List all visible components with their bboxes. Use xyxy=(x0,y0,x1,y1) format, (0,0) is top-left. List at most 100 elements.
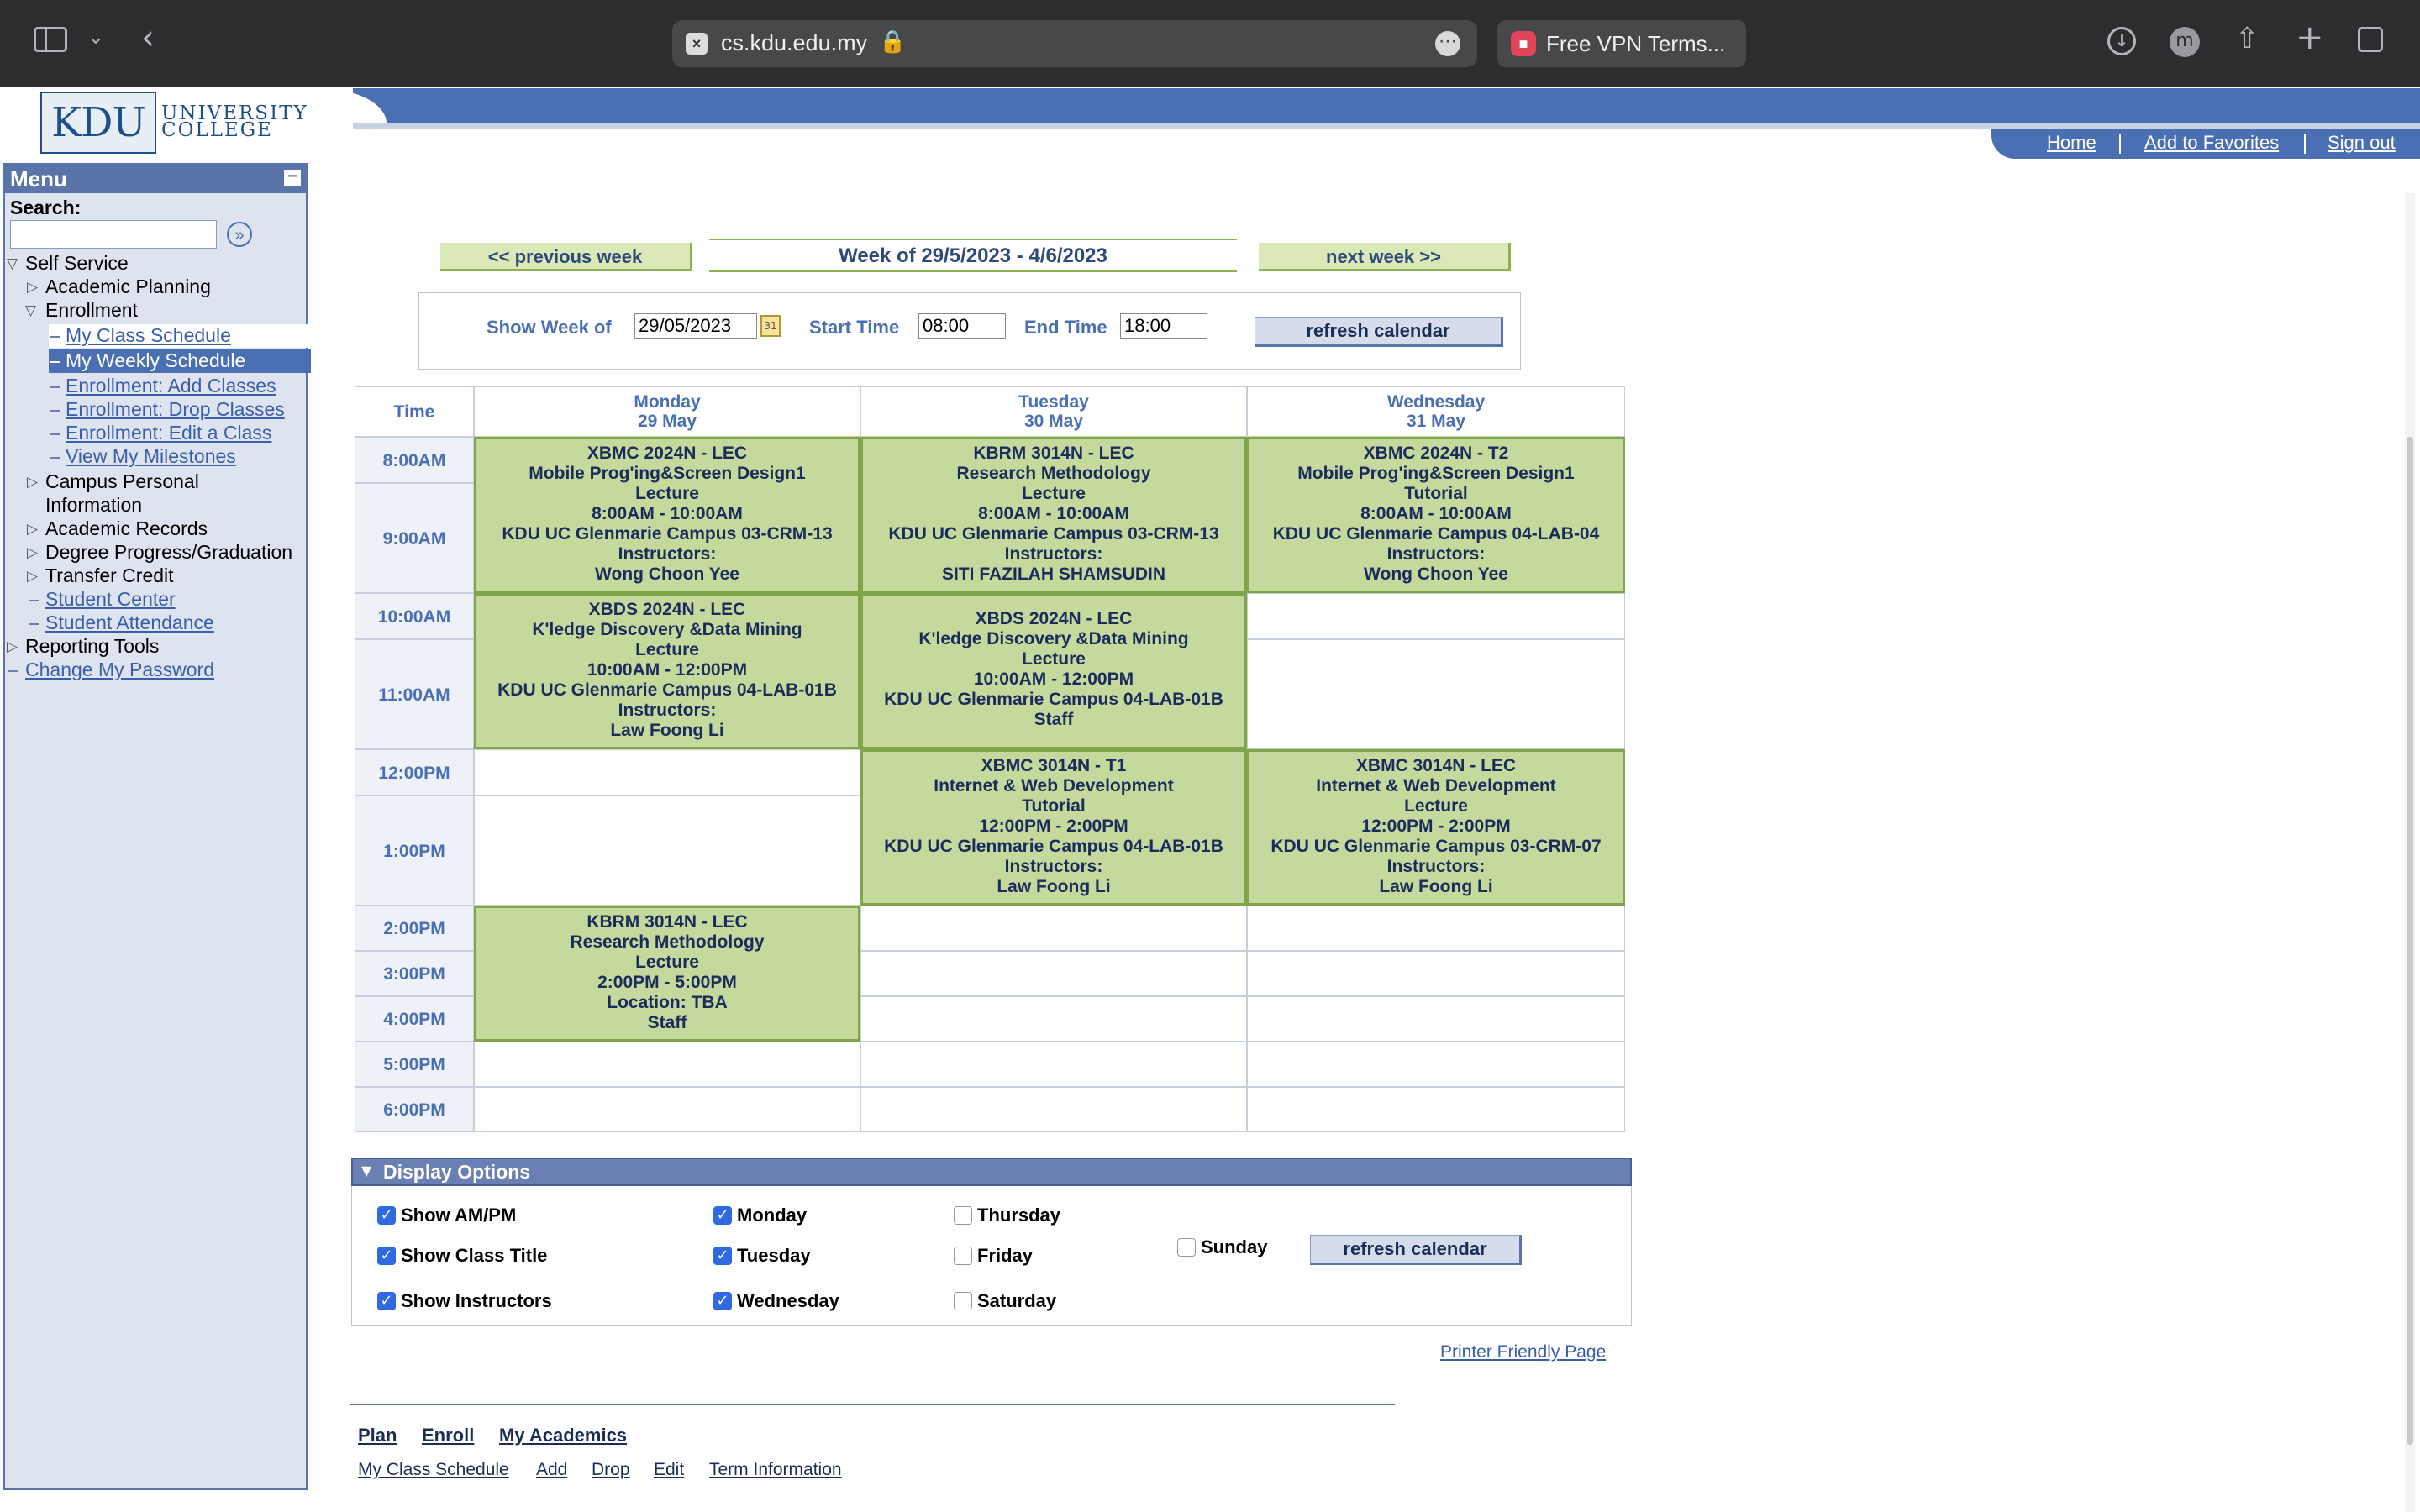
event-line: K'ledge Discovery &Data Mining xyxy=(918,629,1189,648)
footer-link-add[interactable]: Add xyxy=(536,1460,567,1480)
class-event[interactable]: KBRM 3014N - LEC Research Methodology Le… xyxy=(474,906,860,1042)
collapsed-icon[interactable]: ▷ xyxy=(27,568,38,585)
menu-view-milestones[interactable]: View My Milestones xyxy=(66,445,236,468)
menu-reporting-tools[interactable]: Reporting Tools xyxy=(25,635,159,658)
time-label: 10:00AM xyxy=(355,593,474,639)
printer-friendly-link[interactable]: Printer Friendly Page xyxy=(1440,1342,1606,1362)
menu-degree-progress[interactable]: Degree Progress/Graduation xyxy=(45,541,292,564)
search-label: Search: xyxy=(10,197,82,218)
menu-enrollment-edit[interactable]: Enrollment: Edit a Class xyxy=(66,422,271,444)
menu-enrollment-add[interactable]: Enrollment: Add Classes xyxy=(66,375,276,397)
footer-tab-my-academics[interactable]: My Academics xyxy=(499,1425,627,1446)
expanded-icon[interactable]: ▽ xyxy=(25,302,36,319)
monday-checkbox[interactable]: ✓ xyxy=(713,1206,732,1225)
home-link[interactable]: Home xyxy=(2047,132,2096,154)
footer-link-drop[interactable]: Drop xyxy=(592,1460,630,1480)
site-icon: × xyxy=(686,33,708,55)
time-label: 5:00PM xyxy=(355,1042,474,1087)
event-line: Mobile Prog'ing&Screen Design1 xyxy=(1297,464,1575,483)
collapsed-icon[interactable]: ▷ xyxy=(27,521,38,538)
menu-my-weekly-schedule[interactable]: My Weekly Schedule xyxy=(66,349,245,372)
calendar-icon[interactable]: 31 xyxy=(760,315,781,337)
collapsed-icon[interactable]: ▷ xyxy=(27,474,38,491)
back-icon[interactable]: ‹ xyxy=(141,18,155,57)
menu-academic-planning[interactable]: Academic Planning xyxy=(45,276,211,298)
show-instructors-checkbox[interactable]: ✓ xyxy=(377,1292,396,1310)
collapsed-icon[interactable]: ▷ xyxy=(27,544,38,561)
event-line: Lecture xyxy=(1404,796,1468,816)
event-line: 12:00PM - 2:00PM xyxy=(1361,816,1511,836)
sunday-checkbox[interactable] xyxy=(1177,1238,1196,1257)
menu-search-input[interactable] xyxy=(10,220,217,249)
display-options-header[interactable]: ▼ Display Options xyxy=(351,1158,1632,1186)
class-event[interactable]: KBRM 3014N - LEC Research Methodology Le… xyxy=(860,437,1247,593)
search-go-icon[interactable]: » xyxy=(227,222,252,247)
collapsed-icon[interactable]: ▷ xyxy=(27,279,38,296)
class-event[interactable]: XBMC 2024N - LEC Mobile Prog'ing&Screen … xyxy=(474,437,860,593)
footer-link-term-information[interactable]: Term Information xyxy=(709,1460,842,1480)
thursday-checkbox[interactable] xyxy=(954,1206,972,1225)
start-time-input[interactable]: 08:00 xyxy=(918,313,1006,339)
class-event[interactable]: XBMC 3014N - LEC Internet & Web Developm… xyxy=(1247,749,1625,906)
class-event[interactable]: XBDS 2024N - LEC K'ledge Discovery &Data… xyxy=(474,593,860,749)
menu-campus-personal[interactable]: Campus Personal xyxy=(45,470,199,493)
event-line: KDU UC Glenmarie Campus 03-CRM-13 xyxy=(888,524,1219,543)
menu-change-password[interactable]: Change My Password xyxy=(25,659,214,681)
sidebar-toggle-icon[interactable] xyxy=(34,27,67,52)
menu-student-attendance[interactable]: Student Attendance xyxy=(45,612,214,634)
share-icon[interactable]: ⇧ xyxy=(2235,22,2260,55)
previous-week-button[interactable]: << previous week xyxy=(440,243,692,271)
menu-academic-records[interactable]: Academic Records xyxy=(45,517,208,540)
menu-enrollment[interactable]: Enrollment xyxy=(45,299,138,322)
menu-my-class-schedule[interactable]: My Class Schedule xyxy=(66,324,231,347)
download-icon[interactable]: ↓ xyxy=(2107,27,2136,55)
scrollbar-thumb[interactable] xyxy=(2407,437,2413,1445)
event-line: 8:00AM - 10:00AM xyxy=(978,504,1129,523)
browser-tab[interactable]: ■ Free VPN Terms... xyxy=(1497,20,1746,67)
time-label: 12:00PM xyxy=(355,749,474,795)
event-line: Location: TBA xyxy=(607,993,728,1012)
wednesday-checkbox[interactable]: ✓ xyxy=(713,1292,732,1310)
expanded-icon[interactable]: ▽ xyxy=(7,255,18,272)
chevron-down-icon[interactable]: ⌄ xyxy=(87,25,104,49)
show-class-title-checkbox[interactable]: ✓ xyxy=(377,1247,396,1265)
collapse-icon[interactable]: − xyxy=(284,168,301,186)
refresh-calendar-button[interactable]: refresh calendar xyxy=(1255,317,1503,347)
menu-campus-personal-2[interactable]: Information xyxy=(45,494,142,517)
menu-transfer-credit[interactable]: Transfer Credit xyxy=(45,564,174,587)
option-label: Show Class Title xyxy=(401,1245,548,1266)
address-bar[interactable]: × cs.kdu.edu.my 🔒 ⋯ xyxy=(672,20,1477,67)
tuesday-checkbox[interactable]: ✓ xyxy=(713,1247,732,1265)
logo-line-2: COLLEGE xyxy=(161,119,273,141)
show-week-input[interactable]: 29/05/2023 xyxy=(634,313,757,339)
tab-overview-icon[interactable] xyxy=(2358,27,2383,52)
menu-enrollment-drop[interactable]: Enrollment: Drop Classes xyxy=(66,398,285,421)
show-ampm-checkbox[interactable]: ✓ xyxy=(377,1206,396,1225)
event-line: 12:00PM - 2:00PM xyxy=(979,816,1128,836)
profile-avatar[interactable]: m xyxy=(2170,27,2200,57)
empty-slot xyxy=(860,996,1247,1042)
friday-checkbox[interactable] xyxy=(954,1247,972,1265)
add-to-favorites-link[interactable]: Add to Favorites xyxy=(2144,132,2279,154)
class-event[interactable]: XBMC 2024N - T2 Mobile Prog'ing&Screen D… xyxy=(1247,437,1625,593)
footer-tab-enroll[interactable]: Enroll xyxy=(422,1425,474,1446)
footer-link-edit[interactable]: Edit xyxy=(654,1460,684,1480)
collapse-arrow-icon[interactable]: ▼ xyxy=(361,1158,371,1184)
class-event[interactable]: XBDS 2024N - LEC K'ledge Discovery &Data… xyxy=(860,593,1247,749)
end-time-input[interactable]: 18:00 xyxy=(1120,313,1207,339)
collapsed-icon[interactable]: ▷ xyxy=(7,638,18,655)
empty-slot xyxy=(860,1042,1247,1087)
event-line: SITI FAZILAH SHAMSUDIN xyxy=(942,564,1165,584)
new-tab-icon[interactable]: + xyxy=(2296,18,2324,57)
class-event[interactable]: XBMC 3014N - T1 Internet & Web Developme… xyxy=(860,749,1247,906)
footer-link-my-class-schedule[interactable]: My Class Schedule xyxy=(358,1460,509,1480)
footer-tab-plan[interactable]: Plan xyxy=(358,1425,397,1446)
menu-self-service[interactable]: Self Service xyxy=(25,252,129,275)
menu-student-center[interactable]: Student Center xyxy=(45,588,176,611)
time-label: 2:00PM xyxy=(355,906,474,951)
saturday-checkbox[interactable] xyxy=(954,1292,972,1310)
refresh-calendar-button[interactable]: refresh calendar xyxy=(1310,1235,1522,1265)
sign-out-link[interactable]: Sign out xyxy=(2328,132,2396,154)
next-week-button[interactable]: next week >> xyxy=(1259,243,1511,271)
more-icon[interactable]: ⋯ xyxy=(1435,31,1460,56)
